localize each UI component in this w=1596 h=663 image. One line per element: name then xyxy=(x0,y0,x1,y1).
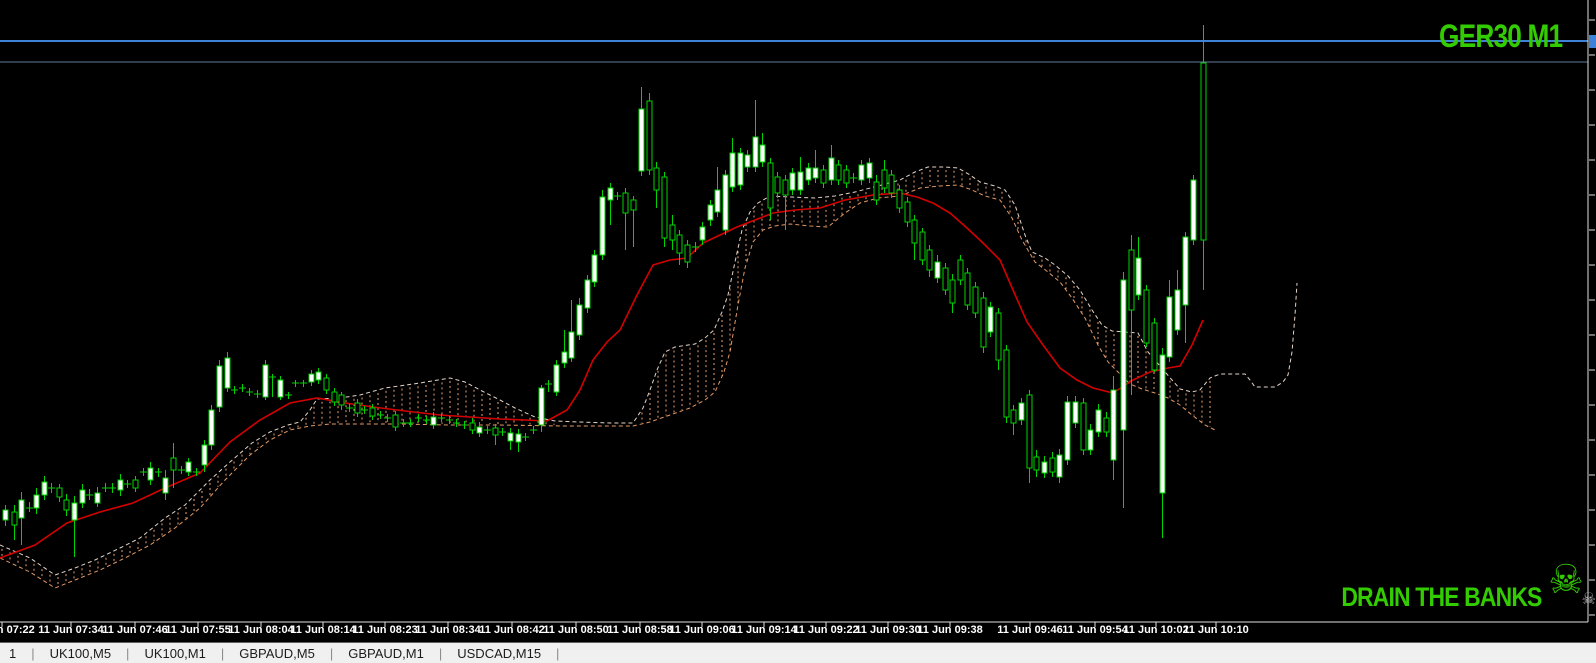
tab-separator: | xyxy=(556,645,560,661)
kumo-span-a-line xyxy=(0,166,1298,576)
time-axis-label: 11 Jun 08:58 xyxy=(607,624,673,636)
chart-tab[interactable]: GBPAUD,M1 xyxy=(345,646,427,661)
chart-tab[interactable]: USDCAD,M15 xyxy=(454,646,544,661)
tab-separator: | xyxy=(220,645,225,661)
time-axis-label: 11 Jun 08:04 xyxy=(228,624,294,636)
kumo-hatch xyxy=(1,170,1211,586)
time-axis-label: 11 Jun 07:22 xyxy=(0,624,35,636)
time-axis-label: 11 Jun 08:14 xyxy=(290,624,356,636)
time-axis-label: 11 Jun 09:38 xyxy=(917,624,983,636)
symbol-timeframe-watermark: GER30 M1 xyxy=(1438,18,1563,54)
mt4-chart-window: GER30 M1 DRAIN THE BANKS ☠ ☠ 11 Jun 07:2… xyxy=(0,0,1596,663)
time-axis-label: 11 Jun 09:30 xyxy=(855,624,921,636)
price-axis[interactable] xyxy=(1587,0,1596,622)
chart-tabs-bar: 1 | UK100,M5 | UK100,M1 | GBPAUD,M5 | GBPAUD,M1 |… xyxy=(0,642,1596,663)
watermark-drain-the-banks: DRAIN THE BANKS xyxy=(1341,582,1543,612)
time-axis-label: 11 Jun 07:46 xyxy=(102,624,168,636)
time-axis-label: 11 Jun 09:06 xyxy=(669,624,735,636)
time-axis-label: 11 Jun 10:02 xyxy=(1123,624,1189,636)
time-axis-label: 11 Jun 10:10 xyxy=(1183,624,1249,636)
tab-separator: | xyxy=(438,645,443,661)
time-axis-label: 11 Jun 09:46 xyxy=(997,624,1063,636)
price-chart-canvas[interactable] xyxy=(0,0,1596,663)
candles-group xyxy=(2,25,1207,557)
chart-tab[interactable]: 1 xyxy=(6,646,19,661)
time-axis-label: 11 Jun 07:55 xyxy=(165,624,231,636)
tab-separator: | xyxy=(329,645,334,661)
kumo-span-b-line xyxy=(0,184,1216,589)
time-axis-label: 11 Jun 09:22 xyxy=(793,624,859,636)
time-axis-label: 11 Jun 08:23 xyxy=(352,624,418,636)
time-axis-label: 11 Jun 08:42 xyxy=(479,624,545,636)
time-axis-label: 11 Jun 09:14 xyxy=(731,624,797,636)
time-axis-label: 11 Jun 08:50 xyxy=(543,624,609,636)
chart-tab[interactable]: UK100,M1 xyxy=(141,646,208,661)
tab-separator: | xyxy=(126,645,130,661)
time-axis[interactable]: 11 Jun 07:2211 Jun 07:3411 Jun 07:4611 J… xyxy=(0,624,1596,640)
time-axis-label: 11 Jun 09:54 xyxy=(1062,624,1128,636)
skull-crossbones-icon: ☠ xyxy=(1548,558,1584,602)
time-axis-label: 11 Jun 07:34 xyxy=(38,624,104,636)
current-price-marker xyxy=(1589,35,1596,48)
chart-tab[interactable]: GBPAUD,M5 xyxy=(236,646,318,661)
tab-separator: | xyxy=(31,645,35,661)
chart-tab[interactable]: UK100,M5 xyxy=(47,646,114,661)
small-skull-icon: ☠ xyxy=(1581,591,1596,608)
time-axis-label: 11 Jun 08:34 xyxy=(415,624,481,636)
